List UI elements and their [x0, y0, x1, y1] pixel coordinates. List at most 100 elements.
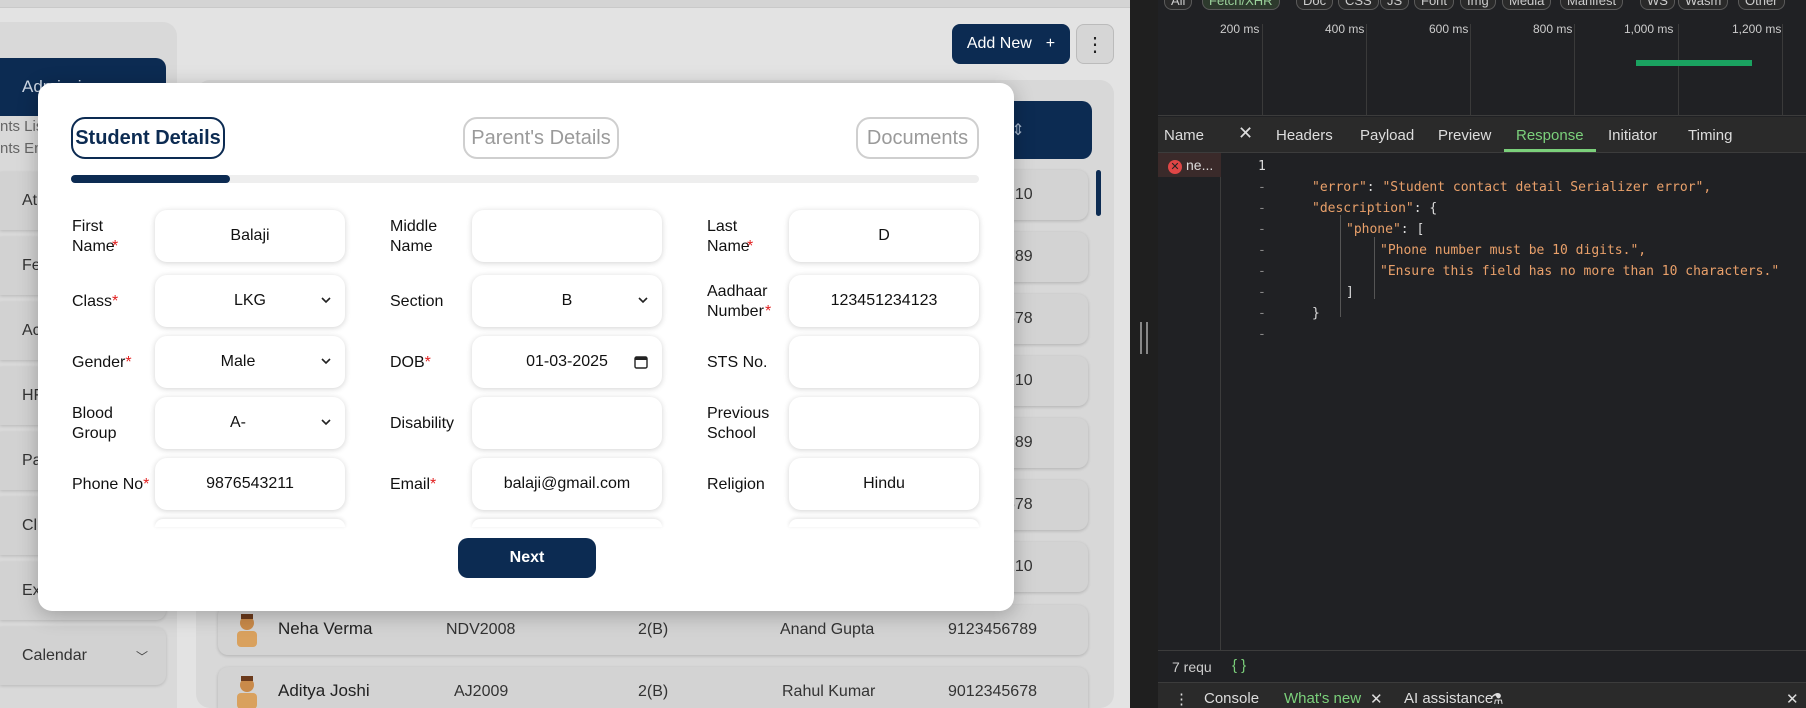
drawer-tab-whats-new[interactable]: What's new — [1284, 690, 1361, 707]
sidebar-item-calendar[interactable]: Calendar ﹀ — [0, 627, 166, 685]
name-column-header[interactable]: Name — [1164, 127, 1204, 144]
pretty-print-icon[interactable]: { } — [1232, 657, 1246, 674]
json-key: "phone" — [1346, 222, 1401, 237]
add-new-button[interactable]: Add New + — [952, 24, 1070, 64]
first-name-label: First Name * — [72, 217, 132, 257]
timeline-tick: 600 ms — [1429, 22, 1469, 36]
add-new-label: Add New — [966, 35, 1032, 52]
filter-wasm[interactable]: Wasm — [1678, 0, 1729, 10]
network-timeline[interactable]: 200 ms 400 ms 600 ms 800 ms 1,000 ms 1,2… — [1158, 12, 1806, 116]
dob-date-input[interactable]: 01-03-2025 — [472, 336, 662, 388]
line-number: - — [1258, 327, 1266, 342]
response-line: ] — [1346, 285, 1354, 300]
disability-field[interactable] — [472, 397, 662, 449]
drawer-tab-ai-assistance[interactable]: AI assistance — [1404, 690, 1493, 707]
request-count: 7 requ — [1172, 659, 1212, 675]
filter-fetch-xhr[interactable]: Fetch/XHR — [1202, 0, 1280, 10]
drawer-tab-console[interactable]: Console — [1204, 690, 1259, 707]
response-line: "Phone number must be 10 digits.", — [1380, 243, 1647, 258]
response-viewer[interactable]: 1 - - - - - - - - "error": "Student cont… — [1222, 153, 1806, 650]
drawer-menu-icon[interactable]: ⋮ — [1174, 690, 1189, 708]
timeline-tick: 1,200 ms — [1732, 22, 1782, 36]
sts-no-field[interactable] — [789, 336, 979, 388]
required-marker: * — [125, 354, 132, 371]
previous-school-field[interactable] — [789, 397, 979, 449]
label-text: Last Name — [707, 218, 750, 255]
line-number: - — [1258, 222, 1266, 237]
required-marker: * — [430, 476, 437, 493]
filter-doc[interactable]: Doc — [1296, 0, 1334, 10]
next-button[interactable]: Next — [458, 538, 596, 578]
religion-field[interactable]: Hindu — [789, 458, 979, 510]
first-name-field[interactable]: Balaji — [155, 210, 345, 262]
tab-student-details[interactable]: Student Details — [71, 117, 225, 159]
request-name: ne... — [1186, 157, 1214, 173]
filter-ws[interactable]: WS — [1640, 0, 1675, 10]
flask-icon: ⚗ — [1490, 691, 1504, 708]
tab-payload[interactable]: Payload — [1360, 127, 1414, 144]
drawer-close-icon[interactable]: ✕ — [1786, 690, 1799, 708]
phone-field[interactable]: 9876543211 — [155, 458, 345, 510]
label-text: Gender — [72, 354, 126, 371]
resize-handle-icon[interactable] — [1140, 322, 1148, 354]
tab-documents[interactable]: Documents — [856, 117, 979, 159]
email-field[interactable]: balaji@gmail.com — [472, 458, 662, 510]
table-row[interactable]: Neha Verma NDV2008 2(B) Anand Gupta 9123… — [218, 605, 1088, 655]
blood-group-select[interactable]: A- — [155, 397, 345, 449]
filter-js[interactable]: JS — [1380, 0, 1410, 10]
last-name-field[interactable]: D — [789, 210, 979, 262]
sts-no-label: STS No. — [707, 354, 768, 371]
table-cell-parent: Rahul Kumar — [782, 683, 876, 700]
tab-preview[interactable]: Preview — [1438, 127, 1491, 144]
calendar-icon[interactable] — [634, 355, 648, 369]
timeline-tick: 400 ms — [1325, 22, 1365, 36]
filter-img[interactable]: Img — [1460, 0, 1496, 10]
filter-manifest[interactable]: Manifest — [1560, 0, 1624, 10]
filter-all[interactable]: All — [1164, 0, 1193, 10]
line-number: - — [1258, 243, 1266, 258]
filter-other[interactable]: Other — [1738, 0, 1785, 10]
filter-css[interactable]: CSS — [1338, 0, 1379, 10]
timeline-gridline — [1470, 24, 1471, 116]
more-options-button[interactable]: ⋮ — [1076, 24, 1114, 64]
tab-initiator[interactable]: Initiator — [1608, 127, 1657, 144]
response-line: "description": { — [1312, 201, 1438, 216]
label-text: Blood Group — [72, 405, 117, 442]
gender-select-value: Male — [220, 353, 256, 370]
filter-font[interactable]: Font — [1414, 0, 1455, 10]
table-row[interactable]: Aditya Joshi AJ2009 2(B) Rahul Kumar 901… — [218, 667, 1088, 708]
step-progress-fill — [71, 175, 230, 183]
tab-timing[interactable]: Timing — [1688, 127, 1732, 144]
aadhaar-field[interactable]: 123451234123 — [789, 275, 979, 327]
tab-response[interactable]: Response — [1516, 127, 1584, 144]
indent-guide — [1374, 237, 1375, 299]
label-text: Phone No — [72, 476, 144, 493]
class-label: Class* — [72, 292, 118, 312]
student-details-modal: Student Details Parent's Details Documen… — [38, 83, 1014, 611]
panel-divider[interactable] — [1130, 0, 1158, 708]
gender-select[interactable]: Male — [155, 336, 345, 388]
request-item-error[interactable]: ✕ ne... — [1158, 153, 1221, 177]
sidebar-subitem-students-list[interactable]: nts Lis — [0, 118, 43, 135]
tab-headers[interactable]: Headers — [1276, 127, 1333, 144]
label-text: Middle Name — [390, 218, 438, 255]
scrolled-field-edge — [155, 519, 345, 527]
request-timing-bar — [1636, 60, 1752, 66]
label-text: DOB — [390, 354, 425, 371]
close-icon[interactable]: ✕ — [1238, 123, 1253, 144]
blood-group-label: Blood Group — [72, 404, 126, 444]
label-text: Class — [72, 293, 113, 310]
tab-parents-details[interactable]: Parent's Details — [463, 117, 619, 159]
middle-name-field[interactable] — [472, 210, 662, 262]
class-select[interactable]: LKG — [155, 275, 345, 327]
plus-icon: + — [1045, 35, 1056, 52]
indent-guide — [1340, 215, 1341, 317]
step-progress-bar — [71, 175, 979, 183]
section-select[interactable]: B — [472, 275, 662, 327]
drawer-tab-close-icon[interactable]: ✕ — [1370, 690, 1383, 708]
table-scroll-indicator[interactable] — [1096, 170, 1101, 216]
sidebar-subitem-students-enrol[interactable]: nts En — [0, 140, 43, 157]
table-cell-class: 2(B) — [638, 621, 669, 638]
required-marker: * — [143, 476, 150, 493]
filter-media[interactable]: Media — [1502, 0, 1552, 10]
